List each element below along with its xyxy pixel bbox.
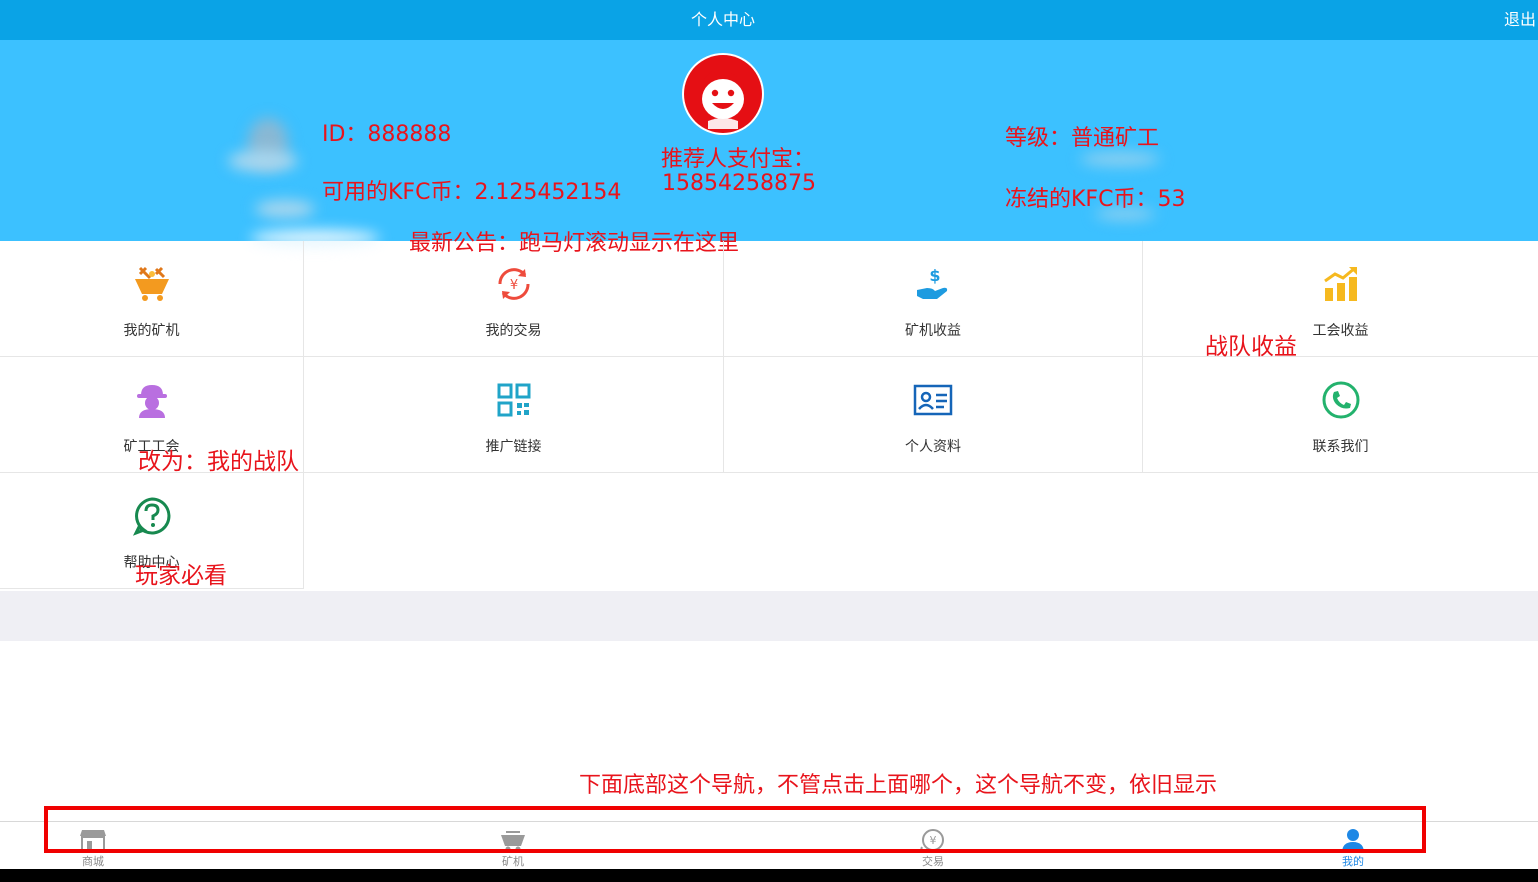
annotation-highlight-box <box>44 806 1426 853</box>
nav-label: 交易 <box>922 855 944 868</box>
logout-button[interactable]: 退出 <box>1504 0 1536 40</box>
window-bottom-edge <box>0 869 1538 882</box>
miner-icon <box>136 385 167 418</box>
svg-text:¥: ¥ <box>509 278 517 293</box>
nav-label: 我的 <box>1342 855 1364 868</box>
bar-chart-icon <box>1323 266 1357 301</box>
user-level: 等级：普通矿工 <box>1005 126 1160 151</box>
menu-label: 工会收益 <box>1312 323 1369 339</box>
annotation-team-income: 战队收益 <box>1205 334 1297 360</box>
user-id: ID：888888 <box>322 122 452 147</box>
menu-label: 推广链接 <box>485 439 542 455</box>
menu-guild-income[interactable]: 工会收益 <box>1143 241 1538 357</box>
referrer-label: 推荐人支付宝： <box>661 147 816 172</box>
hand-money-icon: $ <box>917 266 948 299</box>
id-card-icon <box>913 384 953 416</box>
menu-my-trades[interactable]: ¥ 我的交易 <box>304 241 724 357</box>
annotation-bottom-nav-note: 下面底部这个导航，不管点击上面哪个，这个导航不变，依旧显示 <box>579 773 1218 798</box>
menu-label: 联系我们 <box>1312 439 1369 455</box>
menu-miner-income[interactable]: $ 矿机收益 <box>724 241 1143 357</box>
available-coins: 可用的KFC币：2.125452154 <box>322 180 622 205</box>
nav-label: 矿机 <box>502 855 524 868</box>
help-icon <box>132 497 170 536</box>
annotation-rename-team: 改为：我的战队 <box>138 449 299 475</box>
menu-personal-info[interactable]: 个人资料 <box>724 357 1143 473</box>
mining-cart-icon <box>134 266 169 301</box>
qr-code-icon <box>497 383 530 417</box>
blurred-username <box>255 200 315 218</box>
annotation-must-read: 玩家必看 <box>135 563 227 589</box>
menu-label: 我的矿机 <box>123 323 180 339</box>
yuan-exchange-icon: ¥ <box>497 268 530 300</box>
top-bar: 个人中心 退出 <box>0 0 1538 40</box>
menu-my-miner[interactable]: 我的矿机 <box>0 241 304 357</box>
svg-text:$: $ <box>929 266 940 285</box>
avatar-face-icon <box>684 55 762 133</box>
avatar[interactable] <box>682 53 764 135</box>
referrer-value: 15854258875 <box>662 171 816 196</box>
menu-label: 我的交易 <box>485 323 542 339</box>
page-title: 个人中心 <box>690 10 755 29</box>
menu-contact-us[interactable]: 联系我们 <box>1143 357 1538 473</box>
nav-label: 商城 <box>82 855 104 868</box>
menu-label: 矿机收益 <box>905 323 961 339</box>
blurred-username <box>228 150 298 172</box>
divider-strip <box>0 591 1538 641</box>
menu-referral-link[interactable]: 推广链接 <box>304 357 724 473</box>
blurred-level <box>1080 152 1160 166</box>
frozen-coins: 冻结的KFC币：53 <box>1005 187 1186 212</box>
phone-icon <box>1322 381 1359 419</box>
menu-label: 个人资料 <box>905 439 961 455</box>
